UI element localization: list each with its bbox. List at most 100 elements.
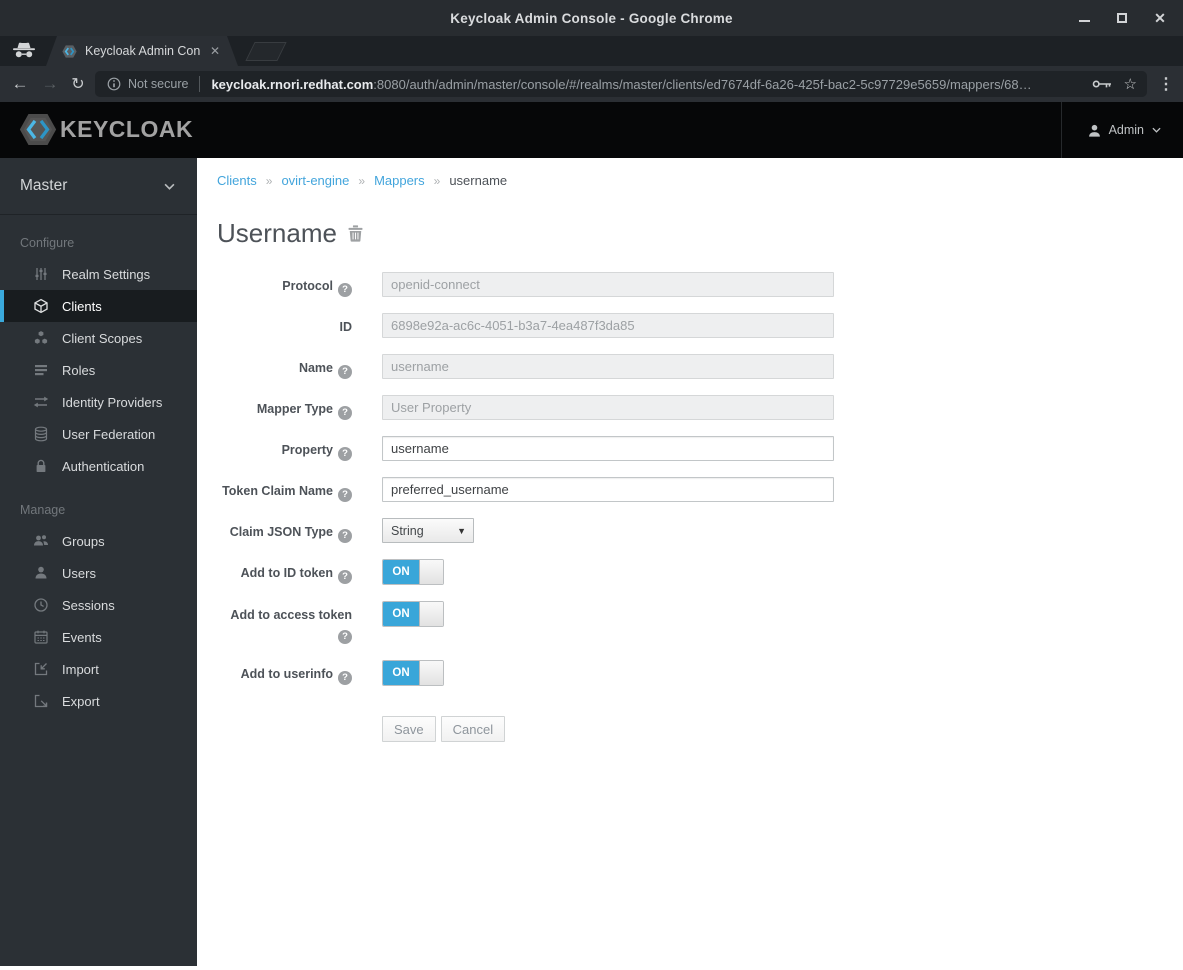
id-label: ID [339,320,353,334]
sidebar-item-sessions[interactable]: Sessions [0,589,197,621]
sidebar-item-clients[interactable]: Clients [0,290,197,322]
clock-icon [33,597,49,613]
add-to-id-token-toggle[interactable]: ON [382,559,444,585]
form-row-token-claim-name: Token Claim Name? [197,477,1183,502]
browser-menu-icon[interactable]: ⋮ [1149,66,1183,102]
url-text: keycloak.rnori.redhat.com:8080/auth/admi… [211,77,1079,92]
breadcrumb-clients[interactable]: Clients [217,173,257,188]
reload-button[interactable]: ↻ [64,66,92,102]
help-icon[interactable]: ? [338,529,352,543]
breadcrumb-separator: » [433,173,441,188]
sidebar-item-label: Clients [62,298,102,314]
info-icon[interactable] [107,77,121,91]
mapper-form: Protocol? ID Name? Mapper Type? Property… [197,272,1183,743]
select-caret-icon: ▼ [457,525,466,536]
exchange-icon [33,394,49,410]
cancel-button[interactable]: Cancel [440,716,506,743]
page-title: Username [217,218,1183,249]
sidebar-item-roles[interactable]: Roles [0,354,197,386]
add-to-id-token-label: Add to ID token [240,566,333,580]
sidebar-item-realm-settings[interactable]: Realm Settings [0,258,197,290]
new-tab-button[interactable] [245,42,287,61]
key-icon[interactable] [1092,79,1112,89]
sidebar-item-export[interactable]: Export [0,685,197,717]
chevron-down-icon [1152,127,1161,133]
form-row-claim-json-type: Claim JSON Type? String ▼ [197,518,1183,543]
sidebar-item-label: Realm Settings [62,266,151,282]
add-to-access-token-toggle[interactable]: ON [382,601,444,627]
sidebar: Master Configure Realm Settings Clients … [0,158,197,966]
delete-mapper-icon[interactable] [348,225,363,242]
sidebar-item-client-scopes[interactable]: Client Scopes [0,322,197,354]
help-icon[interactable]: ? [338,283,352,297]
help-icon[interactable]: ? [338,406,352,420]
protocol-input [382,272,834,297]
help-icon[interactable]: ? [338,570,352,584]
realm-selector[interactable]: Master [0,158,197,215]
tab-title: Keycloak Admin Con [85,44,201,58]
calendar-icon [33,629,49,645]
sidebar-item-users[interactable]: Users [0,557,197,589]
help-icon[interactable]: ? [338,447,352,461]
add-to-access-token-label: Add to access token [230,608,352,622]
sidebar-item-label: User Federation [62,426,156,442]
claim-json-type-label: Claim JSON Type [229,525,333,539]
window-title: Keycloak Admin Console - Google Chrome [450,10,733,26]
breadcrumb-separator: » [358,173,366,188]
bookmark-star-icon[interactable]: ☆ [1124,75,1137,93]
name-label: Name [298,361,333,375]
back-button[interactable]: ← [6,66,34,102]
sidebar-item-events[interactable]: Events [0,621,197,653]
form-actions: Save Cancel [382,716,1183,743]
database-icon [33,426,49,442]
tab-close-icon[interactable]: ✕ [210,44,220,58]
sidebar-item-groups[interactable]: Groups [0,525,197,557]
breadcrumb-client[interactable]: ovirt-engine [281,173,349,188]
minimize-button[interactable] [1069,4,1099,32]
sidebar-item-label: Roles [62,362,96,378]
token-claim-name-label: Token Claim Name [222,484,333,498]
help-icon[interactable]: ? [338,630,352,645]
tab-favicon [62,45,77,58]
form-row-add-to-id-token: Add to ID token? ON [197,559,1183,585]
breadcrumb-current: username [449,173,508,188]
property-label: Property [281,443,333,457]
close-button[interactable]: ✕ [1145,4,1175,32]
security-label: Not secure [128,77,189,91]
selected-option: String [391,523,424,538]
maximize-button[interactable] [1107,4,1137,32]
toggle-on-label: ON [383,661,419,686]
sidebar-item-label: Events [62,629,102,645]
token-claim-name-input[interactable] [382,477,834,502]
browser-tab[interactable]: Keycloak Admin Con ✕ [46,36,238,66]
keycloak-logo[interactable]: KEYCLOAK [19,113,193,146]
save-button[interactable]: Save [382,716,436,743]
help-icon[interactable]: ? [338,365,352,379]
group-icon [33,533,49,549]
sidebar-item-authentication[interactable]: Authentication [0,450,197,482]
help-icon[interactable]: ? [338,488,352,502]
forward-button[interactable]: → [36,66,64,102]
cube-icon [33,298,49,314]
property-input[interactable] [382,436,834,461]
toggle-on-label: ON [383,602,419,626]
sidebar-item-user-federation[interactable]: User Federation [0,418,197,450]
claim-json-type-select[interactable]: String ▼ [382,518,474,543]
sidebar-item-import[interactable]: Import [0,653,197,685]
url-bar[interactable]: Not secure keycloak.rnori.redhat.com:808… [95,71,1147,97]
breadcrumb-mappers[interactable]: Mappers [374,173,425,188]
sidebar-item-label: Users [62,565,96,581]
help-icon[interactable]: ? [338,671,352,686]
sidebar-item-label: Export [62,693,100,709]
import-icon [33,661,49,677]
toggle-handle [419,560,443,584]
sidebar-item-identity-providers[interactable]: Identity Providers [0,386,197,418]
user-menu[interactable]: Admin [1088,102,1161,158]
url-domain: keycloak.rnori.redhat.com [211,76,374,92]
add-to-userinfo-toggle[interactable]: ON [382,660,444,687]
sidebar-item-label: Authentication [62,458,145,474]
maximize-icon [1117,13,1127,23]
user-icon [1088,124,1101,137]
toggle-handle [419,602,443,626]
window-controls: ✕ [1069,0,1175,36]
